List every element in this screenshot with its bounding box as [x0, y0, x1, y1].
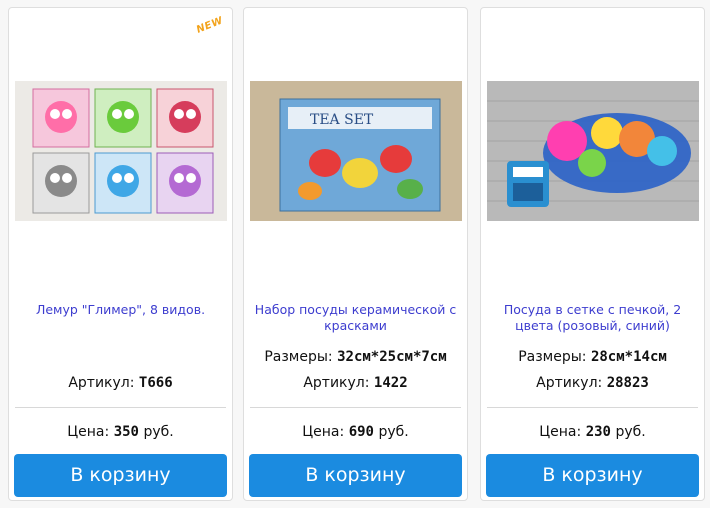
product-title-link[interactable]: Посуда в сетке с печкой, 2 цвета (розовы… — [487, 302, 698, 334]
sizes-line: Размеры: 28см*14см — [481, 349, 704, 365]
divider — [15, 407, 226, 408]
product-image[interactable] — [15, 81, 227, 221]
add-to-cart-button[interactable]: В корзину — [486, 454, 699, 497]
article-line: Артикул: T666 — [9, 375, 232, 391]
price-value: 350 — [113, 424, 139, 440]
price-currency: руб. — [378, 424, 409, 440]
sizes-label: Размеры: — [518, 349, 587, 365]
price-currency: руб. — [615, 424, 646, 440]
box-title-text: TEA SET — [310, 112, 374, 128]
product-image[interactable]: TEA SET — [250, 81, 462, 221]
toy-dishes-image — [487, 81, 699, 221]
sizes-value: 28см*14см — [590, 349, 667, 365]
price-label: Цена: — [302, 424, 345, 440]
price-line: Цена: 350 руб. — [9, 424, 232, 440]
price-label: Цена: — [67, 424, 110, 440]
sizes-value: 32см*25см*7см — [337, 349, 447, 365]
divider — [487, 407, 698, 408]
price-line: Цена: 230 руб. — [481, 424, 704, 440]
price-value: 230 — [585, 424, 611, 440]
product-title-link[interactable]: Набор посуды керамической с красками — [250, 302, 461, 334]
article-label: Артикул: — [68, 375, 135, 391]
article-value: T666 — [138, 375, 173, 391]
lemur-toys-image — [15, 81, 227, 221]
add-to-cart-button[interactable]: В корзину — [14, 454, 227, 497]
product-card: NEW Лемур "Глимер", 8 видов. Артикул: T6… — [8, 7, 233, 501]
article-value: 1422 — [373, 375, 408, 391]
product-grid: NEW Лемур "Глимер", 8 видов. Артикул: T6… — [0, 0, 710, 508]
sizes-label: Размеры: — [264, 349, 333, 365]
price-line: Цена: 690 руб. — [244, 424, 467, 440]
price-value: 690 — [348, 424, 374, 440]
product-card: Посуда в сетке с печкой, 2 цвета (розовы… — [480, 7, 705, 501]
product-image[interactable] — [487, 81, 699, 221]
product-title-link[interactable]: Лемур "Глимер", 8 видов. — [15, 302, 226, 318]
article-value: 28823 — [606, 375, 649, 391]
article-line: Артикул: 28823 — [481, 375, 704, 391]
article-label: Артикул: — [303, 375, 370, 391]
divider — [250, 407, 461, 408]
article-label: Артикул: — [536, 375, 603, 391]
tea-set-image: TEA SET — [250, 81, 462, 221]
product-card: TEA SET Набор посуды керамической с крас… — [243, 7, 468, 501]
new-badge: NEW — [195, 15, 226, 36]
article-line: Артикул: 1422 — [244, 375, 467, 391]
price-currency: руб. — [143, 424, 174, 440]
price-label: Цена: — [539, 424, 582, 440]
sizes-line: Размеры: 32см*25см*7см — [244, 349, 467, 365]
add-to-cart-button[interactable]: В корзину — [249, 454, 462, 497]
